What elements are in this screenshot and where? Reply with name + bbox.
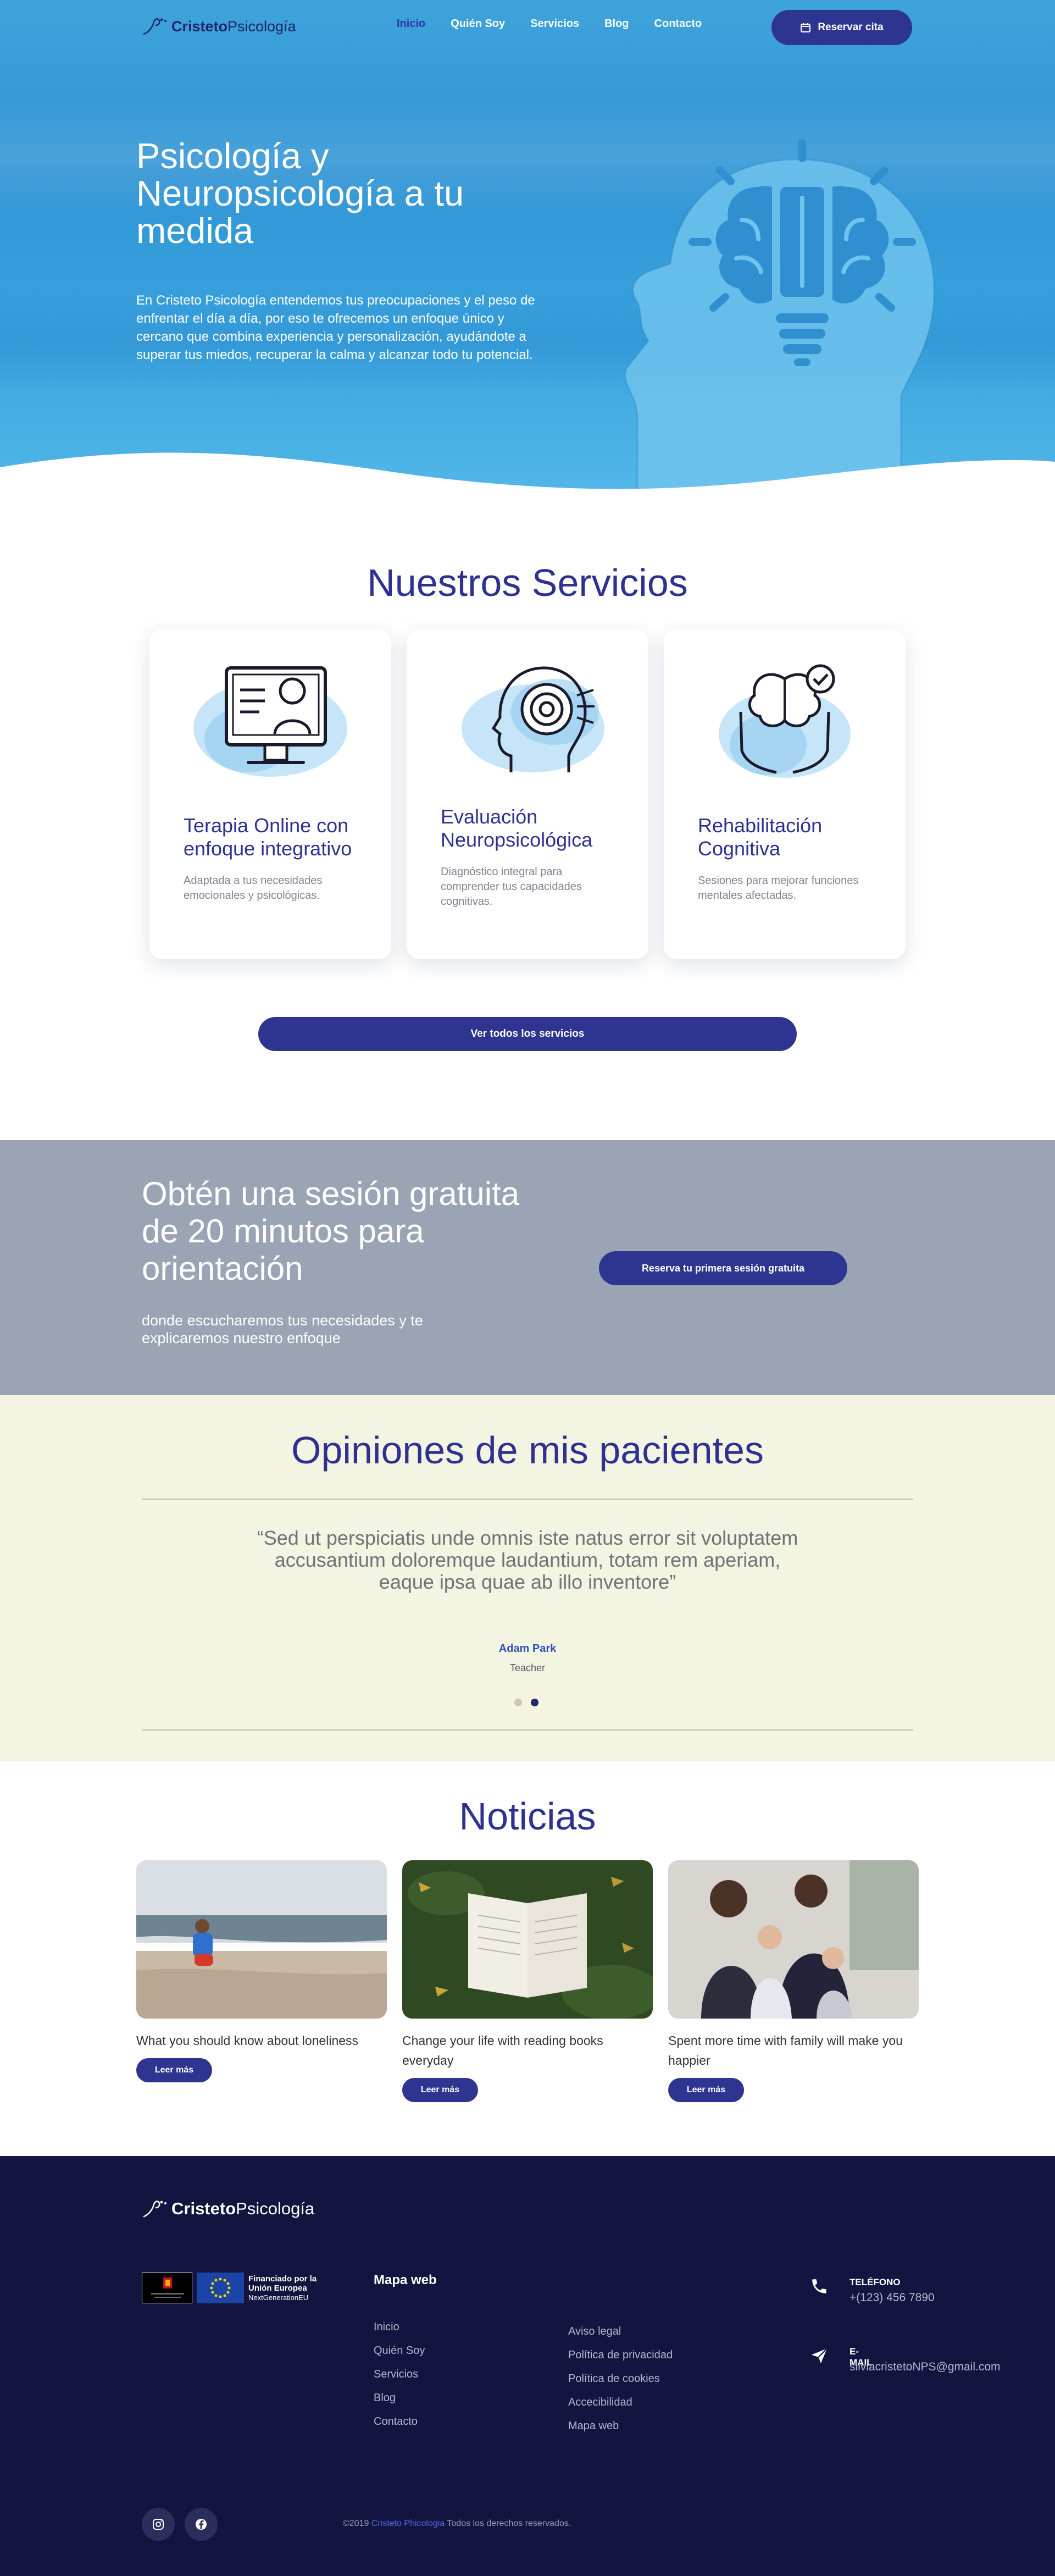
footer-link[interactable]: Servicios bbox=[374, 2363, 425, 2386]
news-image-book[interactable] bbox=[402, 1860, 653, 2019]
nav-item-quien-soy[interactable]: Quién Soy bbox=[451, 18, 505, 30]
testimonial-author: Adam Park bbox=[498, 1643, 557, 1655]
footer-link[interactable]: Política de privacidad bbox=[568, 2343, 673, 2367]
free-session-section: Obtén una sesión gratuita de 20 minutos … bbox=[0, 1140, 1055, 1395]
news-post: What you should know about loneliness Le… bbox=[136, 1860, 387, 2082]
news-image-family[interactable] bbox=[668, 1860, 919, 2019]
testimonial-quote: “Sed ut perspiciatis unde omnis iste nat… bbox=[257, 1527, 798, 1593]
service-description: Diagnóstico integral para comprender tus… bbox=[441, 866, 582, 908]
copyright: ©2019 Cristeto Phicologia Todos los dere… bbox=[343, 2519, 571, 2528]
testimonials-section: Opiniones de mis pacientes “Sed ut persp… bbox=[0, 1395, 1055, 1761]
eu-funding-text: Financiado por la Unión Europea NextGene… bbox=[248, 2274, 317, 2302]
footer-link[interactable]: Accecibilidad bbox=[568, 2391, 673, 2414]
book-photo bbox=[402, 1860, 653, 2019]
service-card-neuropsych-evaluation[interactable]: Evaluación Neuropsicológica Diagnóstico … bbox=[407, 629, 648, 959]
service-card-cognitive-rehab[interactable]: Rehabilitación Cognitiva Sesiones para m… bbox=[664, 629, 906, 959]
main-navigation: CristetoPsicología Inicio Quién Soy Serv… bbox=[0, 0, 1055, 53]
logo-mark-icon bbox=[143, 18, 166, 35]
news-post: Spent more time with family will make yo… bbox=[668, 1860, 919, 2102]
service-title: Rehabilitación Cognitiva bbox=[698, 814, 823, 860]
read-more-button[interactable]: Leer más bbox=[668, 2078, 744, 2102]
footer-link[interactable]: Quién Soy bbox=[374, 2339, 425, 2363]
site-footer: CristetoPsicología Financiado por la Uni… bbox=[0, 2156, 1055, 2576]
facebook-icon bbox=[196, 2519, 207, 2530]
footer-links-main: Inicio Quién Soy Servicios Blog Contacto bbox=[374, 2315, 425, 2434]
nav-item-blog[interactable]: Blog bbox=[604, 18, 629, 30]
neuro-evaluation-icon bbox=[462, 666, 604, 772]
family-photo bbox=[668, 1860, 919, 2019]
recovery-plan-logo bbox=[142, 2273, 192, 2303]
cognitive-rehab-icon bbox=[719, 664, 851, 778]
hero-section: CristetoPsicología Inicio Quién Soy Serv… bbox=[0, 0, 1055, 495]
facebook-button[interactable] bbox=[185, 2508, 218, 2541]
phone-icon bbox=[812, 2279, 826, 2293]
carousel-dots bbox=[514, 1699, 538, 1706]
hero-description: En Cristeto Psicología entendemos tus pr… bbox=[136, 293, 535, 362]
eu-flag-icon bbox=[197, 2273, 244, 2303]
instagram-button[interactable] bbox=[142, 2508, 175, 2541]
news-title: Noticias bbox=[459, 1795, 596, 1838]
carousel-dot[interactable] bbox=[514, 1699, 522, 1706]
services-section: Nuestros Servicios Terapia Online con en… bbox=[0, 495, 1055, 1140]
send-icon bbox=[811, 2348, 828, 2364]
testimonial-role: Teacher bbox=[509, 1662, 546, 1673]
view-all-services-button[interactable]: Ver todos los servicios bbox=[258, 1017, 797, 1051]
footer-link[interactable]: Política de cookies bbox=[568, 2367, 673, 2391]
hero-title: Psicología y Neuropsicología a tu medida bbox=[136, 136, 464, 251]
service-description: Sesiones para mejorar funciones mentales… bbox=[698, 875, 859, 902]
footer-link[interactable]: Contacto bbox=[374, 2410, 425, 2434]
beach-photo bbox=[136, 1860, 387, 2019]
phone-number[interactable]: +(123) 456 7890 bbox=[849, 2291, 935, 2304]
news-post: Change your life with reading books ever… bbox=[402, 1860, 653, 2102]
site-logo[interactable]: CristetoPsicología bbox=[142, 14, 296, 38]
logo-text: CristetoPsicología bbox=[171, 18, 296, 35]
footer-link[interactable]: Blog bbox=[374, 2386, 425, 2410]
logo-mark-icon bbox=[143, 2201, 166, 2218]
divider bbox=[142, 1499, 913, 1500]
book-appointment-button[interactable]: Reservar cita bbox=[771, 10, 912, 45]
news-post-title[interactable]: Change your life with reading books ever… bbox=[402, 2031, 653, 2070]
instagram-icon bbox=[153, 2519, 164, 2530]
book-free-session-button[interactable]: Reserva tu primera sesión gratuita bbox=[599, 1251, 847, 1285]
read-more-button[interactable]: Leer más bbox=[136, 2058, 212, 2082]
email-address[interactable]: silviacristetoNPS@gmail.com bbox=[849, 2361, 1001, 2374]
nav-item-inicio[interactable]: Inicio bbox=[397, 18, 425, 30]
eu-funding-badge: Financiado por la Unión Europea NextGene… bbox=[142, 2271, 323, 2304]
service-title: Evaluación Neuropsicológica bbox=[441, 805, 593, 851]
service-card-online-therapy[interactable]: Terapia Online con enfoque integrativo A… bbox=[149, 629, 391, 959]
footer-link[interactable]: Mapa web bbox=[568, 2414, 673, 2438]
services-title: Nuestros Servicios bbox=[367, 561, 688, 604]
nav-item-contacto[interactable]: Contacto bbox=[654, 18, 702, 30]
copyright-brand-link[interactable]: Cristeto Phicologia bbox=[371, 2519, 445, 2528]
nav-item-servicios[interactable]: Servicios bbox=[530, 18, 579, 30]
news-section: Noticias What you should know about lone… bbox=[0, 1761, 1055, 2156]
footer-logo[interactable]: CristetoPsicología bbox=[142, 2198, 314, 2220]
service-title: Terapia Online con enfoque integrativo bbox=[184, 814, 352, 860]
book-appointment-label: Reservar cita bbox=[818, 21, 884, 33]
phone-label: TELÉFONO bbox=[849, 2277, 901, 2287]
news-post-title[interactable]: Spent more time with family will make yo… bbox=[668, 2031, 919, 2070]
footer-logo-text: CristetoPsicología bbox=[171, 2199, 315, 2218]
sitemap-heading: Mapa web bbox=[374, 2273, 437, 2287]
testimonials-title: Opiniones de mis pacientes bbox=[291, 1429, 764, 1472]
news-post-title[interactable]: What you should know about loneliness bbox=[136, 2031, 387, 2050]
free-session-title: Obtén una sesión gratuita de 20 minutos … bbox=[142, 1175, 520, 1287]
service-description: Adaptada a tus necesidades emocionales y… bbox=[184, 875, 323, 902]
footer-link[interactable]: Inicio bbox=[374, 2315, 425, 2339]
calendar-icon bbox=[801, 23, 811, 32]
news-image-beach[interactable] bbox=[136, 1860, 387, 2019]
footer-link[interactable]: Aviso legal bbox=[568, 2320, 673, 2343]
free-session-text: donde escucharemos tus necesidades y te … bbox=[142, 1312, 423, 1346]
online-therapy-icon bbox=[193, 666, 347, 777]
brain-head-illustration bbox=[624, 139, 935, 495]
read-more-button[interactable]: Leer más bbox=[402, 2078, 478, 2102]
nav-menu: Inicio Quién Soy Servicios Blog Contacto bbox=[397, 18, 727, 30]
footer-links-legal: Aviso legal Política de privacidad Polít… bbox=[568, 2320, 673, 2438]
carousel-dot-active[interactable] bbox=[531, 1699, 538, 1706]
divider bbox=[142, 1729, 913, 1731]
hero-wave bbox=[0, 452, 1055, 495]
